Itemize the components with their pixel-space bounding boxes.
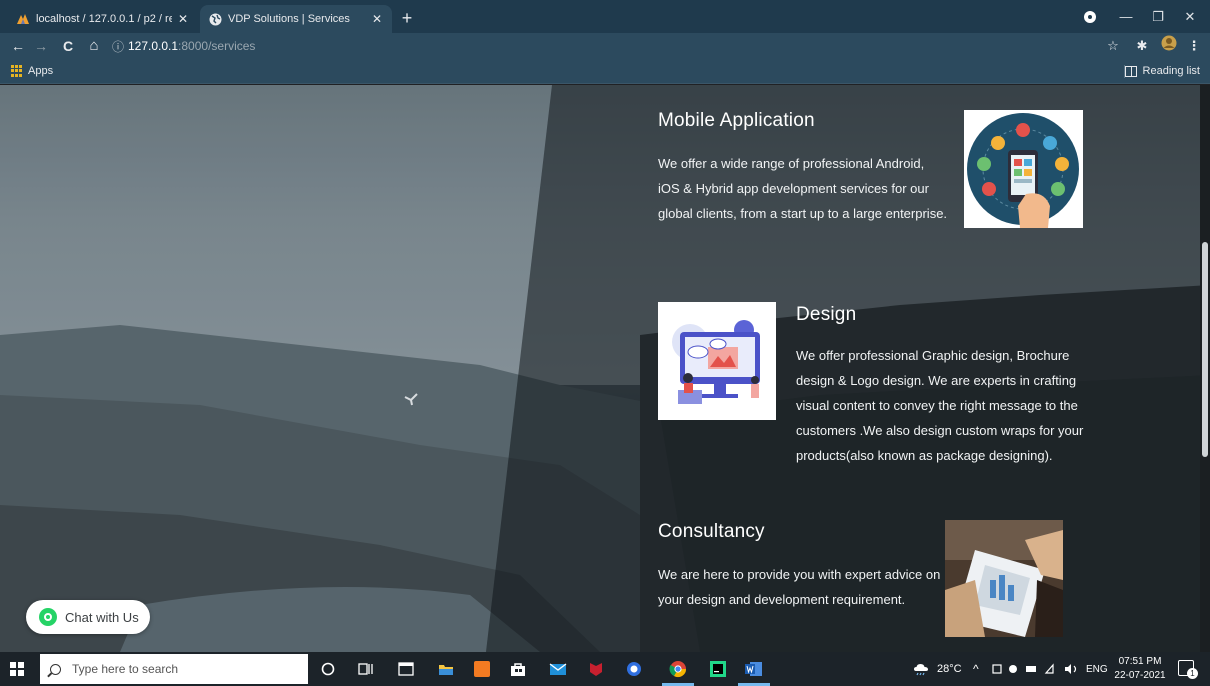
consultancy-photo bbox=[945, 520, 1063, 637]
taskbar-search-input[interactable]: Type here to search bbox=[40, 654, 308, 684]
weather-temperature: 28°C bbox=[937, 663, 962, 675]
whatsapp-icon bbox=[39, 608, 57, 626]
scrollbar-thumb[interactable] bbox=[1202, 242, 1208, 457]
home-button[interactable]: ⌂ bbox=[83, 35, 105, 57]
task-view-icon[interactable] bbox=[356, 659, 376, 679]
tab-phpmyadmin[interactable]: localhost / 127.0.0.1 / p2 / review ✕ bbox=[8, 5, 198, 33]
reading-list-label: Reading list bbox=[1142, 65, 1200, 77]
globe-icon bbox=[208, 12, 222, 26]
address-bar[interactable]: ⓘ 127.0.0.1:8000/services bbox=[112, 35, 1127, 57]
cloud-rain-icon bbox=[914, 664, 928, 676]
search-icon bbox=[50, 663, 61, 675]
back-button[interactable]: ← bbox=[7, 35, 29, 57]
windows-taskbar: Type here to search 28°C ^ ENG 07:51 PM … bbox=[0, 652, 1210, 686]
clock-date: 22-07-2021 bbox=[1114, 670, 1166, 681]
tab-services[interactable]: VDP Solutions | Services ✕ bbox=[200, 5, 392, 33]
service-description-consultancy: We are here to provide you with expert a… bbox=[658, 567, 941, 607]
mobile-app-illustration bbox=[964, 110, 1083, 228]
tab-title: VDP Solutions | Services bbox=[228, 13, 350, 25]
service-description-mobile: We offer a wide range of professional An… bbox=[658, 156, 948, 221]
search-placeholder: Type here to search bbox=[72, 662, 179, 676]
url-path: :8000/services bbox=[178, 39, 256, 53]
close-tab-icon[interactable]: ✕ bbox=[176, 12, 190, 26]
system-tray-icons bbox=[992, 663, 1077, 674]
reading-list-icon bbox=[1124, 65, 1137, 77]
tab-title: localhost / 127.0.0.1 / p2 / review bbox=[36, 13, 172, 25]
chrome-menu-icon[interactable]: ⋮ bbox=[1183, 35, 1205, 57]
service-title-mobile: Mobile Application bbox=[658, 110, 815, 131]
page-scrollbar[interactable] bbox=[1200, 85, 1210, 652]
bookmark-star-icon[interactable]: ☆ bbox=[1102, 35, 1124, 57]
notification-count-badge: 1 bbox=[1187, 668, 1198, 679]
mcafee-icon[interactable] bbox=[586, 659, 606, 679]
chat-with-us-button[interactable]: Chat with Us bbox=[26, 600, 150, 634]
clock-time: 07:51 PM bbox=[1118, 656, 1162, 667]
new-tab-button[interactable]: + bbox=[396, 7, 418, 29]
tray-icons[interactable] bbox=[991, 652, 1081, 686]
profile-avatar-icon[interactable] bbox=[1158, 35, 1180, 57]
chat-button-label: Chat with Us bbox=[65, 609, 139, 625]
service-title-consultancy: Consultancy bbox=[658, 521, 765, 542]
forward-button[interactable]: → bbox=[30, 35, 52, 57]
apps-label: Apps bbox=[28, 65, 54, 77]
windows-start-icon[interactable] bbox=[10, 662, 24, 676]
close-tab-icon[interactable]: ✕ bbox=[370, 12, 384, 26]
pycharm-icon[interactable] bbox=[708, 659, 728, 679]
explorer-window-icon[interactable] bbox=[396, 659, 416, 679]
cortana-icon[interactable] bbox=[318, 659, 338, 679]
reload-button[interactable]: C bbox=[57, 35, 79, 57]
service-description-design: We offer professional Graphic design, Br… bbox=[796, 348, 1084, 463]
word-icon[interactable] bbox=[744, 659, 764, 679]
file-explorer-icon[interactable] bbox=[436, 659, 456, 679]
browser-toolbar: ← → C ⌂ ⓘ 127.0.0.1:8000/services ☆ ✱ ⋮ bbox=[0, 33, 1210, 59]
store-icon[interactable] bbox=[508, 659, 528, 679]
tray-expand-icon[interactable]: ^ bbox=[973, 652, 979, 686]
taskbar-clock[interactable]: 07:51 PM 22-07-2021 bbox=[1112, 655, 1168, 683]
mail-icon[interactable] bbox=[548, 659, 568, 679]
service-title-design: Design bbox=[796, 304, 857, 325]
weather-widget[interactable]: 28°C bbox=[912, 652, 962, 686]
site-info-icon[interactable]: ⓘ bbox=[112, 38, 128, 55]
maximize-button[interactable]: ❐ bbox=[1140, 0, 1176, 33]
tab-strip: localhost / 127.0.0.1 / p2 / review ✕ VD… bbox=[0, 0, 1210, 33]
bookmarks-bar: Apps Reading list bbox=[0, 59, 1210, 84]
url-host: 127.0.0.1 bbox=[128, 39, 179, 53]
media-control-icon[interactable] bbox=[1084, 11, 1096, 23]
close-window-button[interactable]: ✕ bbox=[1172, 0, 1208, 33]
chrome-icon[interactable] bbox=[668, 659, 688, 679]
reading-list-button[interactable]: Reading list bbox=[1124, 63, 1200, 79]
minimize-button[interactable]: — bbox=[1108, 0, 1144, 33]
apps-grid-icon bbox=[11, 65, 23, 77]
language-indicator[interactable]: ENG bbox=[1086, 652, 1108, 686]
bird-graphic bbox=[404, 393, 418, 406]
graphic-design-illustration bbox=[658, 302, 776, 420]
signal-icon[interactable] bbox=[624, 659, 644, 679]
xampp-icon[interactable] bbox=[472, 659, 492, 679]
phpmyadmin-icon bbox=[16, 12, 30, 26]
extensions-icon[interactable]: ✱ bbox=[1131, 35, 1153, 57]
apps-shortcut[interactable]: Apps bbox=[11, 63, 53, 79]
page-viewport: Mobile Application We offer a wide range… bbox=[0, 85, 1210, 652]
